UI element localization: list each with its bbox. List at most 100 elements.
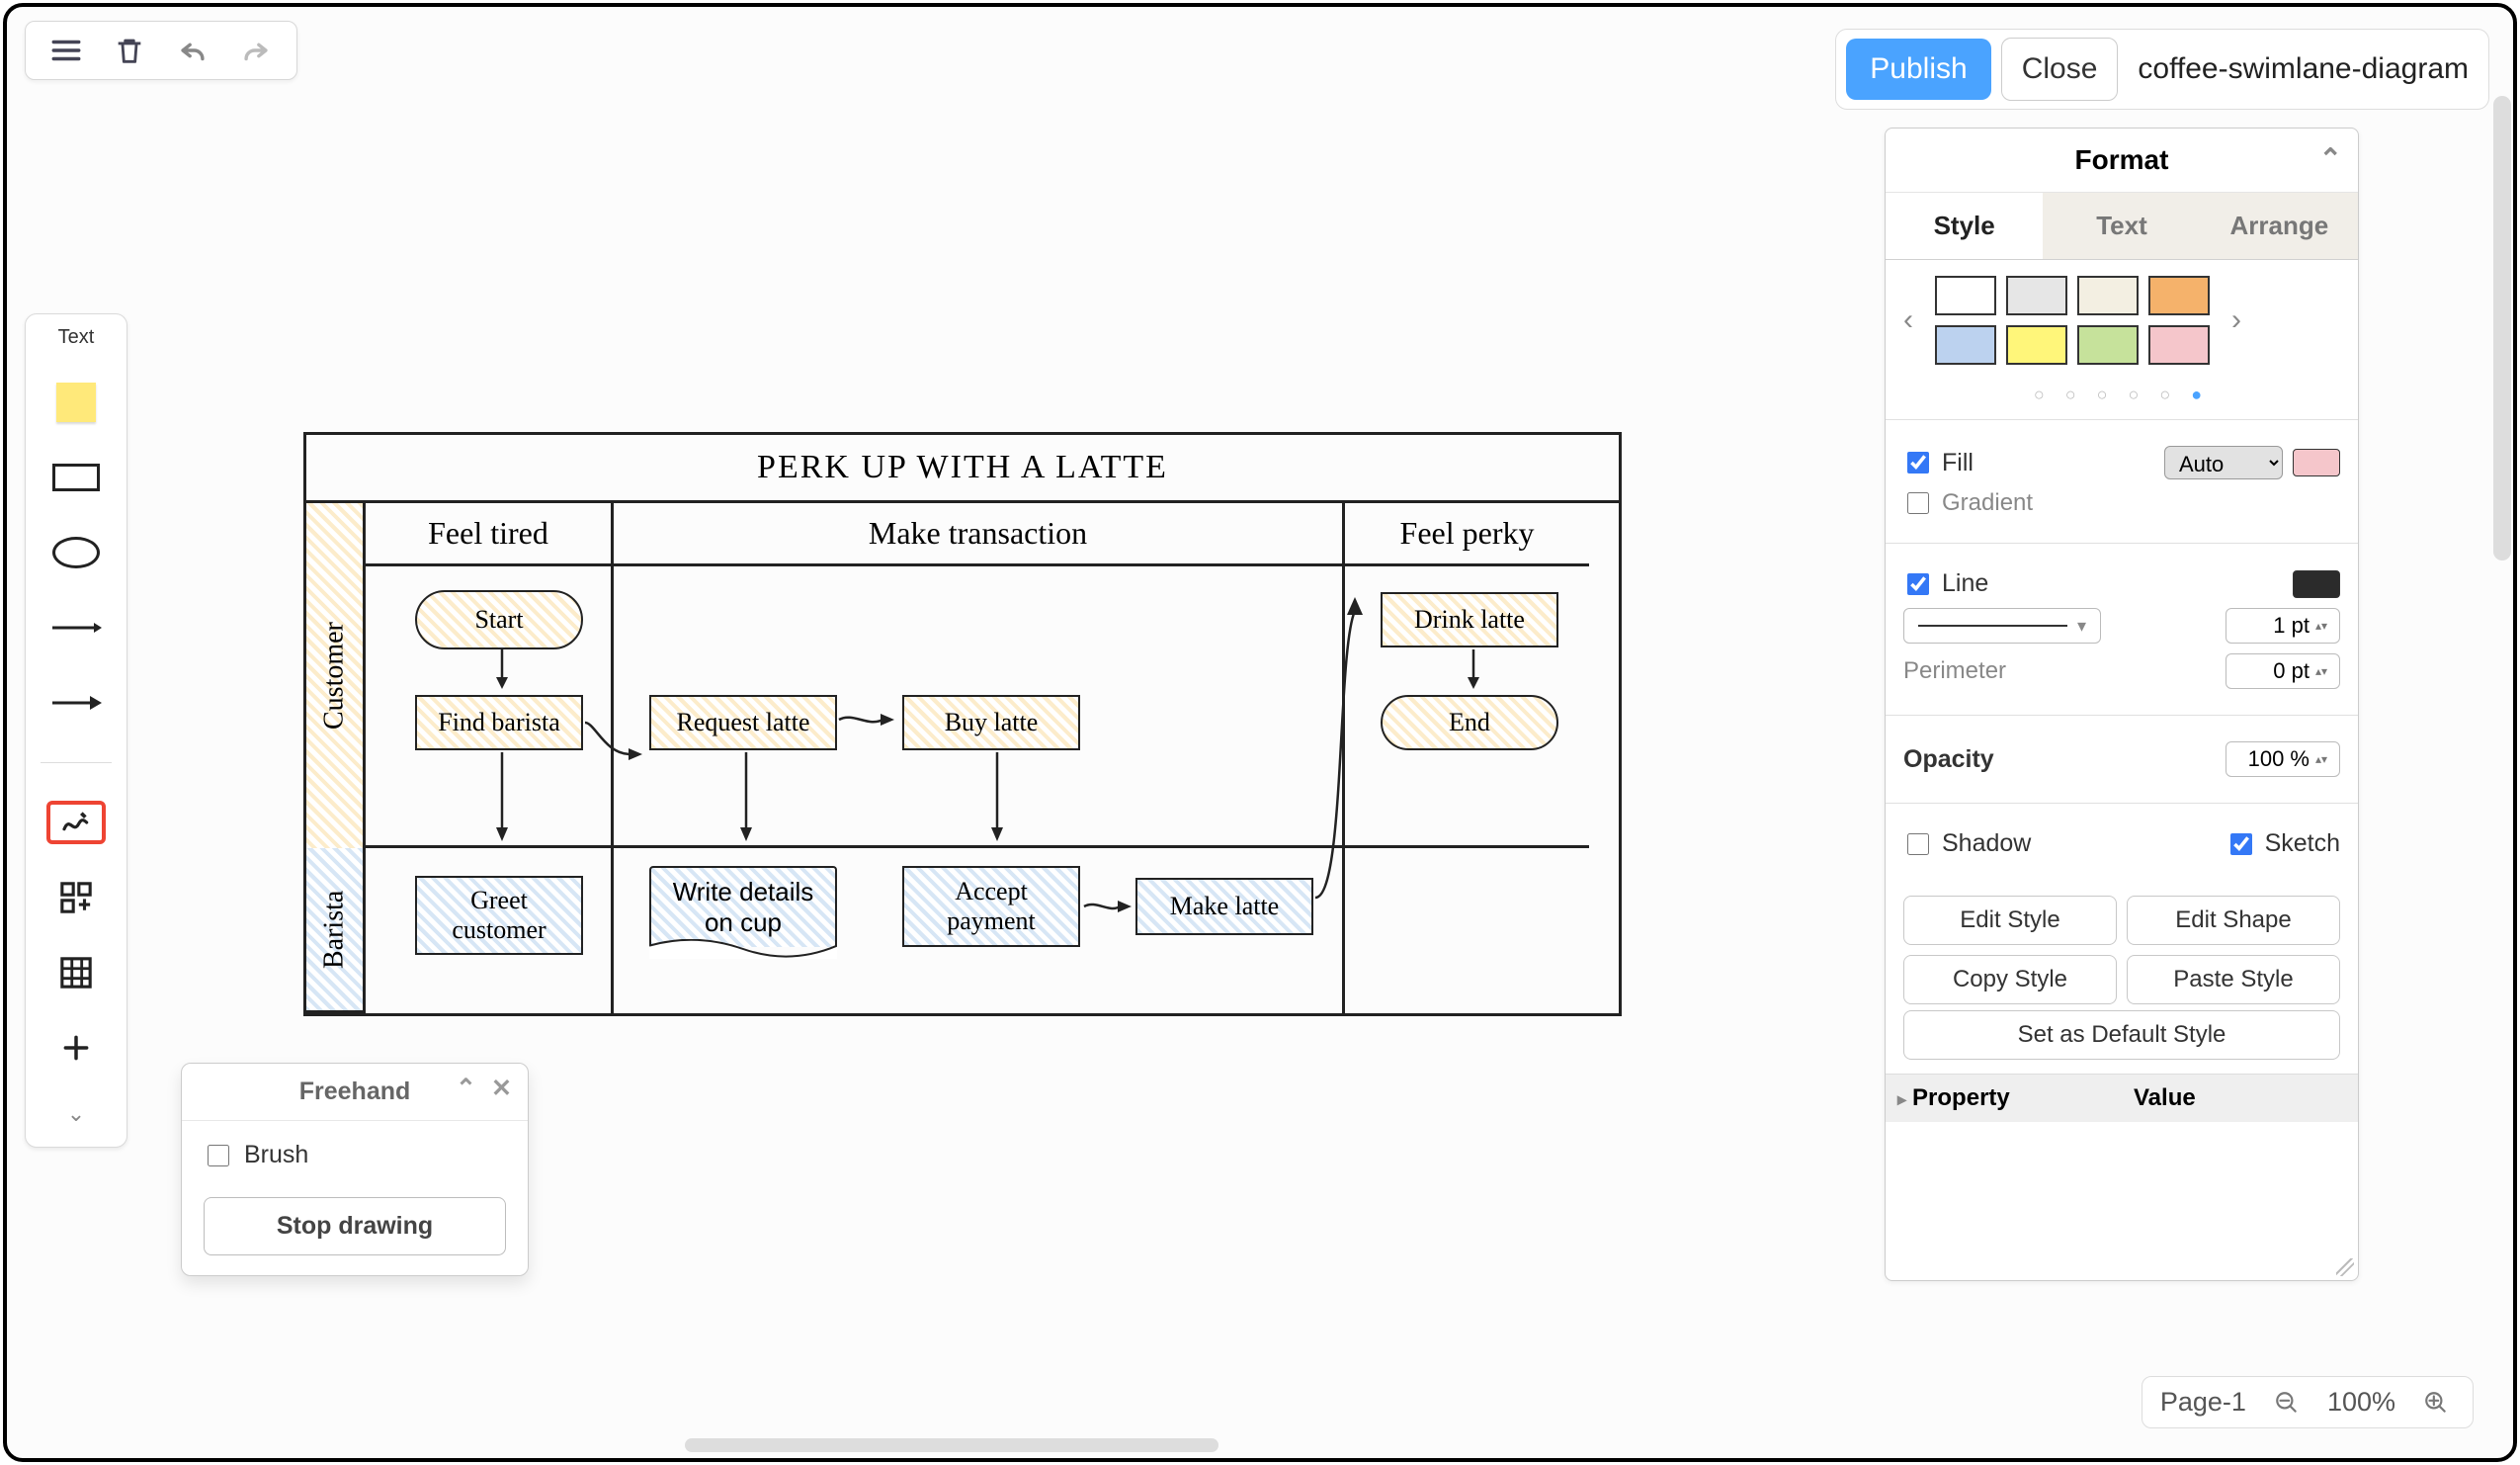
spinner-icon[interactable]: ▴▾: [2315, 666, 2333, 676]
edit-style-button[interactable]: Edit Style: [1903, 896, 2117, 945]
document-title[interactable]: coffee-swimlane-diagram: [2128, 48, 2478, 90]
brush-checkbox[interactable]: [208, 1145, 229, 1166]
fill-color-swatch[interactable]: [2293, 449, 2340, 476]
publish-button[interactable]: Publish: [1846, 39, 1990, 100]
sticky-note-tool[interactable]: [46, 381, 106, 424]
swatch[interactable]: [1935, 276, 1996, 315]
freehand-collapse-button[interactable]: ⌃: [456, 1074, 476, 1103]
line-style-select[interactable]: ▾: [1903, 608, 2101, 644]
cell-barista-3[interactable]: [1345, 848, 1589, 1013]
rectangle-tool[interactable]: [46, 456, 106, 499]
swatch[interactable]: [2148, 325, 2210, 365]
phase-label[interactable]: Feel tired: [366, 503, 611, 566]
phase-make-transaction[interactable]: Make transaction Request latte Buy latte…: [611, 503, 1342, 1013]
freehand-tool[interactable]: [46, 801, 106, 844]
phase-label[interactable]: Feel perky: [1345, 503, 1589, 566]
cell-customer-2[interactable]: Request latte Buy latte: [614, 566, 1342, 848]
tab-arrange[interactable]: Arrange: [2201, 193, 2358, 259]
shadow-toggle[interactable]: Shadow: [1903, 829, 2031, 858]
undo-button[interactable]: [176, 34, 210, 67]
arrow-tool[interactable]: [46, 681, 106, 725]
node-drink-latte[interactable]: Drink latte: [1381, 592, 1558, 647]
freehand-close-button[interactable]: ✕: [491, 1074, 512, 1103]
swatch-prev[interactable]: ‹: [1891, 303, 1925, 337]
lane-barista[interactable]: Barista: [306, 848, 363, 1013]
swatch[interactable]: [2006, 276, 2067, 315]
copy-style-button[interactable]: Copy Style: [1903, 955, 2117, 1004]
toolbar-expand[interactable]: ⌄: [67, 1101, 85, 1127]
node-make-latte[interactable]: Make latte: [1135, 878, 1313, 935]
node-find-barista[interactable]: Find barista: [415, 695, 583, 750]
cell-customer-3[interactable]: Drink latte End: [1345, 566, 1589, 848]
gradient-checkbox[interactable]: [1907, 492, 1929, 514]
phase-label[interactable]: Make transaction: [614, 503, 1342, 566]
swatch[interactable]: [2006, 325, 2067, 365]
resize-grip-icon[interactable]: [2336, 1258, 2354, 1276]
spinner-icon[interactable]: ▴▾: [2315, 621, 2333, 631]
vertical-scrollbar[interactable]: [2493, 96, 2511, 560]
edit-shape-button[interactable]: Edit Shape: [2127, 896, 2340, 945]
line-tool[interactable]: [46, 606, 106, 649]
line-checkbox[interactable]: [1907, 573, 1929, 595]
fill-mode-select[interactable]: Auto: [2164, 446, 2283, 479]
zoom-out-button[interactable]: [2268, 1389, 2306, 1417]
swatch-page-dots[interactable]: ○ ○ ○ ○ ○ ●: [1886, 381, 2358, 419]
spinner-icon[interactable]: ▴▾: [2315, 754, 2333, 764]
set-default-style-button[interactable]: Set as Default Style: [1903, 1010, 2340, 1060]
redo-button[interactable]: [239, 34, 273, 67]
zoom-level[interactable]: 100%: [2327, 1387, 2395, 1418]
delete-button[interactable]: [113, 34, 146, 67]
fill-toggle[interactable]: Fill: [1903, 449, 1974, 477]
gradient-toggle[interactable]: Gradient: [1903, 489, 2033, 517]
horizontal-scrollbar[interactable]: [685, 1438, 1218, 1452]
node-write-cup[interactable]: Write details on cup: [649, 866, 837, 947]
shapes-library-tool[interactable]: [46, 876, 106, 919]
tab-text[interactable]: Text: [2043, 193, 2200, 259]
close-button[interactable]: Close: [2001, 38, 2119, 101]
opacity-input[interactable]: 100 %▴▾: [2226, 741, 2340, 777]
swimlane-title[interactable]: PERK UP WITH A LATTE: [306, 435, 1619, 503]
node-buy-latte[interactable]: Buy latte: [902, 695, 1080, 750]
node-greet-customer[interactable]: Greet customer: [415, 876, 583, 955]
text-tool[interactable]: Text: [58, 326, 95, 349]
line-toggle[interactable]: Line: [1903, 569, 1988, 598]
node-end[interactable]: End: [1381, 695, 1558, 750]
chevron-up-icon[interactable]: ⌃: [2319, 142, 2342, 175]
shadow-checkbox[interactable]: [1907, 833, 1929, 855]
swatch[interactable]: [2148, 276, 2210, 315]
brush-toggle[interactable]: Brush: [204, 1141, 506, 1169]
cell-barista-1[interactable]: Greet customer: [366, 848, 611, 1013]
swatch[interactable]: [1935, 325, 1996, 365]
sketch-toggle[interactable]: Sketch: [2226, 829, 2340, 858]
stop-drawing-button[interactable]: Stop drawing: [204, 1197, 506, 1255]
tab-style[interactable]: Style: [1886, 193, 2043, 259]
swatch[interactable]: [2077, 276, 2139, 315]
phase-feel-tired[interactable]: Feel tired Start Find barista: [366, 503, 611, 1013]
line-width-input[interactable]: 1 pt▴▾: [2226, 608, 2340, 644]
node-request-latte[interactable]: Request latte: [649, 695, 837, 750]
fill-checkbox[interactable]: [1907, 452, 1929, 474]
add-tool[interactable]: [46, 1026, 106, 1070]
node-accept-payment[interactable]: Accept payment: [902, 866, 1080, 947]
cell-customer-1[interactable]: Start Find barista: [366, 566, 611, 848]
node-start[interactable]: Start: [415, 590, 583, 649]
format-panel-title[interactable]: Format ⌃: [1886, 129, 2358, 193]
property-table-header[interactable]: ▸Property Value: [1886, 1074, 2358, 1122]
page-indicator[interactable]: Page-1: [2160, 1387, 2246, 1418]
swatch[interactable]: [2077, 325, 2139, 365]
sketch-checkbox[interactable]: [2230, 833, 2252, 855]
swimlane-container[interactable]: PERK UP WITH A LATTE Customer Barista Fe…: [303, 432, 1622, 1016]
diagram-canvas[interactable]: PERK UP WITH A LATTE Customer Barista Fe…: [303, 432, 1622, 1025]
line-color-swatch[interactable]: [2293, 570, 2340, 598]
zoom-in-button[interactable]: [2417, 1389, 2455, 1417]
swatch-next[interactable]: ›: [2220, 303, 2253, 337]
cell-barista-2[interactable]: Write details on cup Accept payment Make…: [614, 848, 1342, 1013]
phase-feel-perky[interactable]: Feel perky Drink latte End: [1342, 503, 1589, 1013]
menu-button[interactable]: [49, 34, 83, 67]
table-tool[interactable]: [46, 951, 106, 994]
lane-customer[interactable]: Customer: [306, 503, 363, 848]
ellipse-tool[interactable]: [46, 531, 106, 574]
property-table-body[interactable]: [1886, 1122, 2358, 1280]
paste-style-button[interactable]: Paste Style: [2127, 955, 2340, 1004]
perimeter-input[interactable]: 0 pt▴▾: [2226, 653, 2340, 689]
